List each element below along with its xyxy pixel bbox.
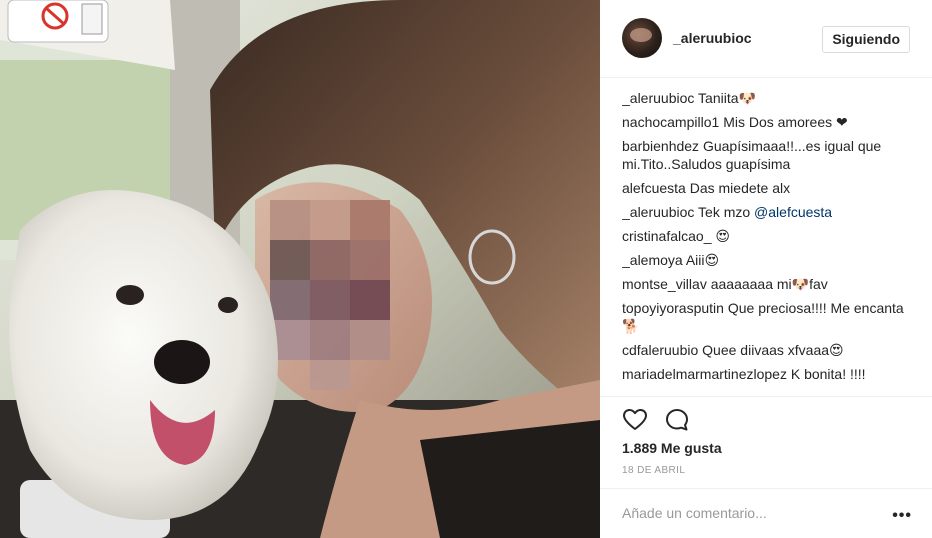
following-button[interactable]: Siguiendo xyxy=(822,26,910,53)
comment-username[interactable]: topoyiyorasputin xyxy=(622,300,724,316)
comment-text: Taniita🐶 xyxy=(698,90,756,106)
post-details-panel: _aleruubioc Siguiendo _aleruubioc Taniit… xyxy=(600,0,932,538)
comment-text: Aiii😍 xyxy=(685,252,720,268)
comment-text: Mis Dos amorees ❤ xyxy=(723,114,848,130)
comment-text: Das miedete alx xyxy=(689,180,791,196)
comment-username[interactable]: barbienhdez xyxy=(622,138,699,154)
comment-username[interactable]: _aleruubioc xyxy=(622,204,694,220)
post-username[interactable]: _aleruubioc xyxy=(673,30,752,46)
comment-item: alefcuesta Das miedete alx xyxy=(622,179,912,197)
heart-icon[interactable] xyxy=(622,407,648,433)
post-date: 18 DE ABRIL xyxy=(622,465,686,476)
comment-text: K bonita! !!!! xyxy=(790,366,866,382)
add-comment-bar: ••• xyxy=(600,488,932,538)
comment-username[interactable]: cristinafalcao_ xyxy=(622,228,712,244)
comment-item: barbienhdez Guapísimaaa!!...es igual que… xyxy=(622,137,912,173)
post-header: _aleruubioc Siguiendo xyxy=(600,0,932,78)
like-count[interactable]: 1.889 Me gusta xyxy=(622,440,722,456)
comment-username[interactable]: _alemoya xyxy=(622,252,683,268)
comment-username[interactable]: _aleruubioc xyxy=(622,90,694,106)
comment-bubble-icon[interactable] xyxy=(664,407,690,433)
comment-text: 😍 xyxy=(715,228,730,244)
post-actions: 1.889 Me gusta 18 DE ABRIL xyxy=(600,396,932,488)
comment-item: _alemoya Aiii😍 xyxy=(622,251,912,269)
comment-text: Tek mzo xyxy=(698,204,755,220)
comment-item: cristinafalcao_ 😍 xyxy=(622,227,912,245)
comment-item: montse_villav aaaaaaaa mi🐶fav xyxy=(622,275,912,293)
comment-item: _aleruubioc Taniita🐶 xyxy=(622,89,912,107)
comment-username[interactable]: cdfaleruubio xyxy=(622,342,698,358)
more-options-icon[interactable]: ••• xyxy=(892,507,912,525)
comment-username[interactable]: nachocampillo1 xyxy=(622,114,719,130)
post-photo[interactable] xyxy=(0,0,600,538)
comment-username[interactable]: alefcuesta xyxy=(622,180,686,196)
comments-list: _aleruubioc Taniita🐶 nachocampillo1 Mis … xyxy=(622,89,912,394)
comment-item: nachocampillo1 Mis Dos amorees ❤ xyxy=(622,113,912,131)
comment-username[interactable]: montse_villav xyxy=(622,276,707,292)
comment-text: Quee diivaas xfvaaa😍 xyxy=(702,342,844,358)
comment-item: topoyiyorasputin Que preciosa!!!! Me enc… xyxy=(622,299,912,335)
comment-item: _aleruubioc Tek mzo @alefcuesta xyxy=(622,203,912,221)
photo-illustration xyxy=(0,0,600,538)
comment-input[interactable] xyxy=(622,503,872,523)
comment-text: aaaaaaaa mi🐶fav xyxy=(710,276,828,292)
comment-username[interactable]: mariadelmarmartinezlopez xyxy=(622,366,787,382)
avatar[interactable] xyxy=(622,18,662,58)
comment-mention-link[interactable]: @alefcuesta xyxy=(754,204,832,220)
comment-item: mariadelmarmartinezlopez K bonita! !!!! xyxy=(622,365,912,383)
comment-item: cdfaleruubio Quee diivaas xfvaaa😍 xyxy=(622,341,912,359)
